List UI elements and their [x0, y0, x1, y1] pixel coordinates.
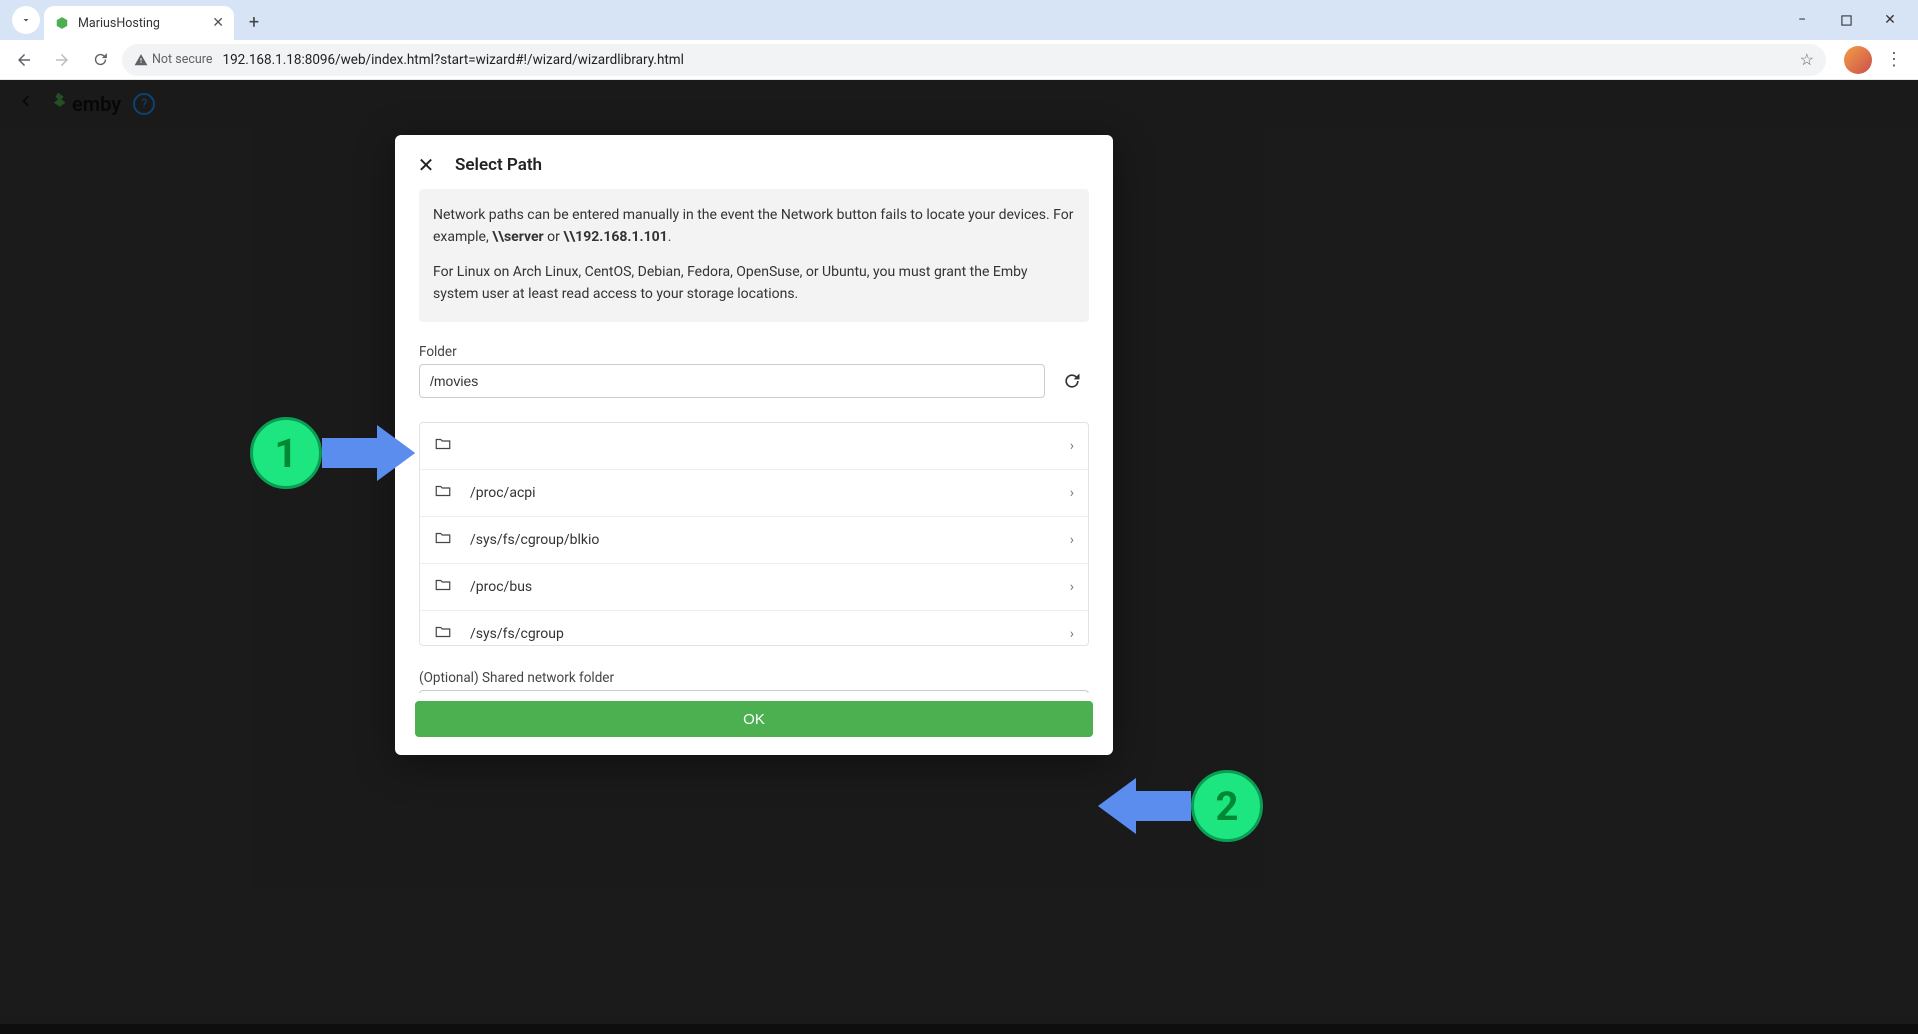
close-tab-icon[interactable]: ✕ — [212, 15, 224, 31]
info-paragraph-2: For Linux on Arch Linux, CentOS, Debian,… — [433, 262, 1075, 305]
page-viewport: emby ? ✕ Select Path Network paths can b… — [0, 80, 1918, 1034]
refresh-icon — [1062, 371, 1082, 391]
favicon-icon — [54, 15, 70, 31]
info-box: Network paths can be entered manually in… — [419, 189, 1089, 322]
annotation-badge-1: 1 — [250, 417, 322, 489]
browser-tab-strip: MariusHosting ✕ + − ✕ — [0, 0, 1918, 40]
new-tab-button[interactable]: + — [240, 8, 268, 36]
folder-list-item[interactable]: /sys/fs/cgroup › — [420, 611, 1088, 646]
warning-icon — [134, 53, 148, 67]
window-maximize-button[interactable] — [1824, 5, 1868, 35]
dialog-body: Network paths can be entered manually in… — [395, 189, 1113, 693]
window-controls: − ✕ — [1780, 0, 1912, 40]
annotation-2: 2 — [1098, 770, 1263, 842]
folder-icon — [434, 576, 452, 598]
select-path-dialog: ✕ Select Path Network paths can be enter… — [395, 135, 1113, 755]
folder-list-item[interactable]: › — [420, 423, 1088, 470]
chevron-right-icon: › — [1070, 626, 1074, 642]
browser-toolbar: Not secure 192.168.1.18:8096/web/index.h… — [0, 40, 1918, 80]
folder-icon — [434, 482, 452, 504]
optional-network-input[interactable] — [419, 690, 1089, 693]
back-button[interactable] — [8, 44, 40, 76]
dialog-close-button[interactable]: ✕ — [415, 153, 437, 177]
refresh-folders-button[interactable] — [1055, 364, 1089, 398]
chevron-right-icon: › — [1070, 438, 1074, 454]
address-bar[interactable]: Not secure 192.168.1.18:8096/web/index.h… — [122, 44, 1826, 76]
window-minimize-button[interactable]: − — [1780, 5, 1824, 35]
browser-tab[interactable]: MariusHosting ✕ — [44, 6, 234, 40]
ok-button[interactable]: OK — [415, 701, 1093, 737]
folder-path-text: /sys/fs/cgroup — [470, 626, 1052, 642]
window-close-button[interactable]: ✕ — [1868, 5, 1912, 35]
folder-path-text: /proc/bus — [470, 579, 1052, 595]
folder-list-item[interactable]: /proc/bus › — [420, 564, 1088, 611]
security-label: Not secure — [152, 52, 213, 67]
annotation-badge-2: 2 — [1191, 770, 1263, 842]
folder-input-row — [419, 364, 1089, 398]
dialog-title: Select Path — [455, 155, 542, 175]
forward-button[interactable] — [46, 44, 78, 76]
tab-title: MariusHosting — [78, 16, 204, 31]
folder-path-text: /sys/fs/cgroup/blkio — [470, 532, 1052, 548]
reload-button[interactable] — [84, 44, 116, 76]
chevron-right-icon: › — [1070, 579, 1074, 595]
chevron-right-icon: › — [1070, 485, 1074, 501]
folder-icon — [434, 529, 452, 551]
folder-list-item[interactable]: /sys/fs/cgroup/blkio › — [420, 517, 1088, 564]
chevron-right-icon: › — [1070, 532, 1074, 548]
arrow-left-icon — [1098, 778, 1191, 834]
folder-path-input[interactable] — [419, 364, 1045, 398]
info-paragraph-1: Network paths can be entered manually in… — [433, 205, 1075, 248]
url-text: 192.168.1.18:8096/web/index.html?start=w… — [223, 52, 684, 68]
profile-avatar[interactable] — [1844, 46, 1872, 74]
dialog-header: ✕ Select Path — [395, 135, 1113, 189]
chevron-down-icon — [20, 14, 32, 26]
folder-field-label: Folder — [419, 344, 1089, 360]
folder-path-text: /proc/acpi — [470, 485, 1052, 501]
annotation-1: 1 — [250, 417, 415, 489]
folder-list[interactable]: › /proc/acpi › /sys/fs/cgroup/blkio › — [419, 422, 1089, 646]
arrow-right-icon — [322, 425, 415, 481]
security-chip[interactable]: Not secure — [134, 52, 213, 67]
bookmark-star-icon[interactable]: ☆ — [1800, 50, 1814, 69]
folder-icon — [434, 435, 452, 457]
dialog-footer: OK — [395, 693, 1113, 755]
tab-search-dropdown[interactable] — [12, 6, 40, 34]
folder-icon — [434, 623, 452, 645]
optional-network-label: (Optional) Shared network folder — [419, 670, 1089, 686]
folder-list-item[interactable]: /proc/acpi › — [420, 470, 1088, 517]
browser-menu-button[interactable]: ⋮ — [1878, 44, 1910, 76]
